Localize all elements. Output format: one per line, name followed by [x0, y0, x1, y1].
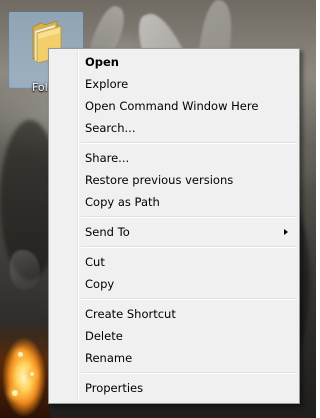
menu-item-label: Explore: [85, 77, 129, 91]
menu-item-rename[interactable]: Rename: [51, 347, 297, 369]
menu-item-open[interactable]: Open: [51, 51, 297, 73]
wallpaper-fire-glow: [0, 322, 50, 418]
wallpaper-spark: [30, 372, 34, 376]
menu-item-explore[interactable]: Explore: [51, 73, 297, 95]
menu-item-create-shortcut[interactable]: Create Shortcut: [51, 303, 297, 325]
menu-item-label: Send To: [85, 225, 130, 239]
menu-separator: [81, 369, 297, 377]
menu-item-open-command-window-here[interactable]: Open Command Window Here: [51, 95, 297, 117]
menu-item-label: Restore previous versions: [85, 173, 234, 187]
menu-item-label: Rename: [85, 351, 133, 365]
menu-item-label: Share...: [85, 151, 130, 165]
menu-separator: [81, 139, 297, 147]
context-menu: Open Explore Open Command Window Here Searc…: [48, 48, 300, 404]
desktop-folder-label: Fol: [32, 81, 48, 94]
menu-item-properties[interactable]: Properties: [51, 377, 297, 399]
menu-separator: [81, 213, 297, 221]
wallpaper-rock-highlight: [10, 250, 40, 290]
menu-separator: [81, 243, 297, 251]
menu-item-delete[interactable]: Delete: [51, 325, 297, 347]
menu-item-cut[interactable]: Cut: [51, 251, 297, 273]
menu-item-label: Delete: [85, 329, 123, 343]
menu-item-label: Copy: [85, 277, 115, 291]
wallpaper-spark: [18, 352, 23, 357]
submenu-arrow-icon: [284, 229, 288, 235]
menu-item-label: Search...: [85, 121, 136, 135]
menu-item-label: Open Command Window Here: [85, 99, 259, 113]
menu-item-copy[interactable]: Copy: [51, 273, 297, 295]
menu-item-share[interactable]: Share...: [51, 147, 297, 169]
wallpaper-spark: [12, 390, 18, 396]
menu-item-label: Cut: [85, 255, 105, 269]
menu-item-label: Open: [85, 55, 119, 69]
menu-item-label: Copy as Path: [85, 195, 160, 209]
menu-item-restore-previous-versions[interactable]: Restore previous versions: [51, 169, 297, 191]
menu-separator: [81, 295, 297, 303]
menu-item-label: Properties: [85, 381, 144, 395]
menu-item-search[interactable]: Search...: [51, 117, 297, 139]
menu-item-label: Create Shortcut: [85, 307, 176, 321]
menu-item-copy-as-path[interactable]: Copy as Path: [51, 191, 297, 213]
menu-item-send-to[interactable]: Send To: [51, 221, 297, 243]
